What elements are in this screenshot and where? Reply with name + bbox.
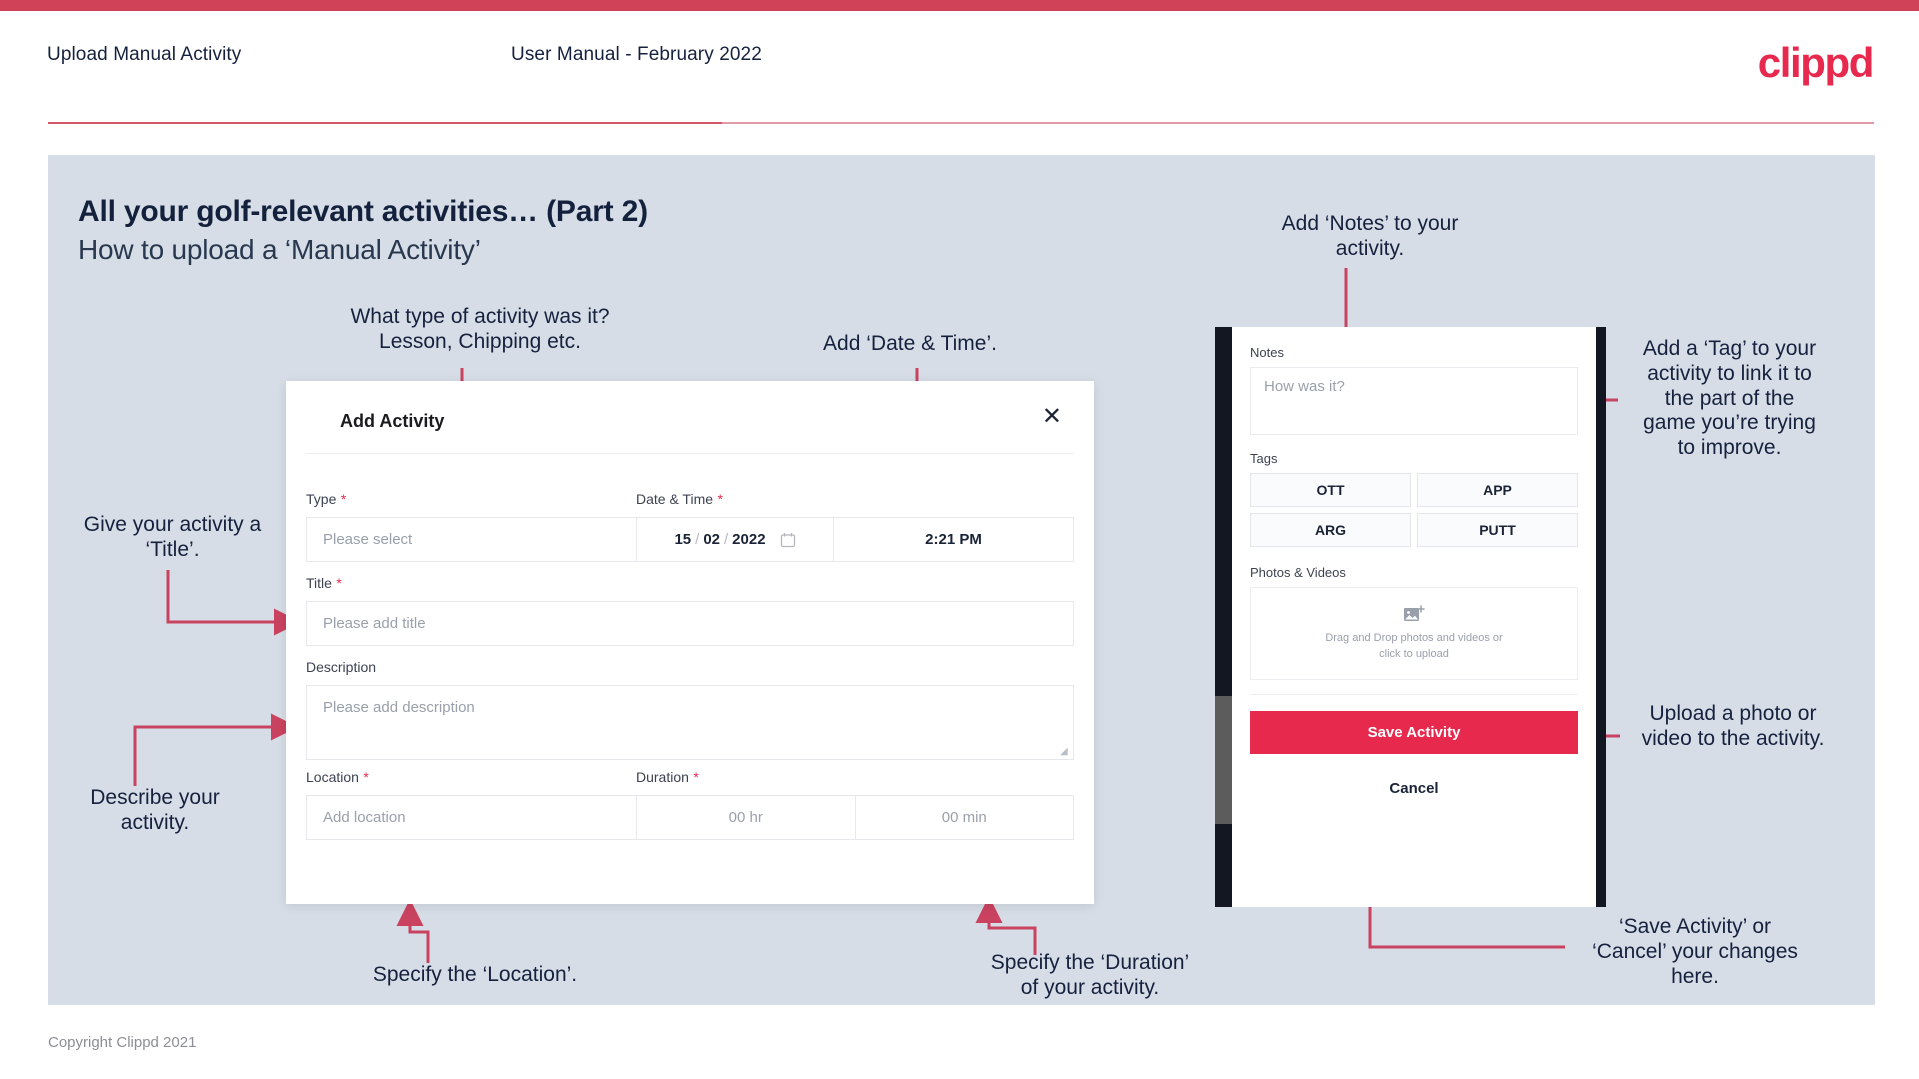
photo-upload-dropzone[interactable]: Drag and Drop photos and videos or click…: [1250, 587, 1578, 680]
add-image-icon: [1404, 604, 1425, 621]
duration-hours-value: 00 hr: [728, 809, 763, 826]
date-sep-1: /: [695, 531, 700, 548]
page-title: All your golf-relevant activities… (Part…: [78, 195, 648, 228]
notes-label: Notes: [1250, 345, 1284, 360]
description-label: Description: [306, 659, 377, 675]
phone-side-button: [1215, 696, 1232, 824]
annotation-description: Describe your activity.: [90, 786, 220, 834]
phone-left-bezel: [1215, 327, 1232, 907]
save-activity-button[interactable]: Save Activity: [1250, 711, 1578, 754]
field-datetime: Date & Time * 15 / 02 / 2022 2:21 PM: [636, 491, 1074, 562]
annotation-save-cancel: ‘Save Activity’ or ‘Cancel’ your changes…: [1592, 915, 1798, 988]
annotation-title: Give your activity a ‘Title’.: [83, 513, 262, 561]
duration-required-marker: *: [693, 769, 699, 785]
location-input[interactable]: Add location: [306, 795, 676, 840]
tag-arg[interactable]: ARG: [1250, 513, 1411, 547]
description-placeholder: Please add description: [323, 699, 475, 716]
dropzone-text: Drag and Drop photos and videos or click…: [1325, 631, 1503, 660]
field-title: Title * Please add title: [306, 575, 1074, 646]
title-input[interactable]: Please add title: [306, 601, 1074, 646]
phone-right-bezel: [1596, 327, 1606, 907]
annotation-datetime: Add ‘Date & Time’.: [823, 332, 997, 355]
type-select[interactable]: Please select: [306, 517, 676, 562]
date-month: 02: [703, 531, 720, 548]
location-placeholder: Add location: [323, 809, 406, 826]
dialog-title: Add Activity: [340, 411, 445, 431]
tag-app[interactable]: APP: [1417, 473, 1578, 507]
annotation-tags: Add a ‘Tag’ to your activity to link it …: [1642, 337, 1817, 460]
date-year: 2022: [732, 531, 766, 548]
tags-grid: OTT APP ARG PUTT: [1250, 473, 1578, 547]
field-location: Location * Add location: [306, 769, 676, 840]
dialog-divider: [306, 453, 1074, 454]
header-left-title: Upload Manual Activity: [47, 44, 242, 65]
annotation-duration: Specify the ‘Duration’ of your activity.: [990, 951, 1190, 999]
date-input[interactable]: 15 / 02 / 2022: [636, 517, 834, 562]
datetime-required-marker: *: [717, 491, 723, 507]
date-day: 15: [674, 531, 692, 548]
time-input[interactable]: 2:21 PM: [834, 517, 1074, 562]
phone-divider: [1250, 694, 1578, 695]
type-label: Type: [306, 491, 337, 507]
annotation-location: Specify the ‘Location’.: [372, 963, 578, 986]
location-label: Location: [306, 769, 359, 785]
notes-placeholder: How was it?: [1264, 378, 1345, 395]
description-textarea[interactable]: Please add description ◢: [306, 685, 1074, 760]
header-divider-light: [722, 122, 1874, 124]
resize-handle-icon[interactable]: ◢: [1060, 747, 1070, 757]
add-activity-dialog: Add Activity ✕ Type * Please select Date…: [286, 381, 1094, 904]
header-center-title: User Manual - February 2022: [511, 44, 762, 65]
top-accent-bar: [0, 0, 1919, 11]
copyright-text: Copyright Clippd 2021: [48, 1034, 197, 1051]
notes-textarea[interactable]: How was it?: [1250, 367, 1578, 435]
tag-ott[interactable]: OTT: [1250, 473, 1411, 507]
field-duration: Duration * 00 hr 00 min: [636, 769, 1074, 840]
cancel-button[interactable]: Cancel: [1250, 780, 1578, 797]
duration-minutes-input[interactable]: 00 min: [855, 795, 1074, 840]
duration-label: Duration: [636, 769, 689, 785]
annotation-notes: Add ‘Notes’ to your activity.: [1281, 212, 1459, 260]
datetime-label: Date & Time: [636, 491, 714, 507]
field-description: Description Please add description ◢: [306, 659, 1074, 760]
field-type: Type * Please select: [306, 491, 676, 562]
photos-label: Photos & Videos: [1250, 565, 1346, 580]
title-required-marker: *: [336, 575, 342, 591]
annotation-type: What type of activity was it? Lesson, Ch…: [350, 305, 610, 353]
clippd-logo: clippd: [1757, 39, 1875, 86]
duration-minutes-value: 00 min: [941, 809, 987, 826]
location-required-marker: *: [363, 769, 369, 785]
calendar-icon[interactable]: [780, 532, 796, 548]
phone-screen: Notes How was it? Tags OTT APP ARG PUTT …: [1232, 327, 1596, 907]
tag-putt[interactable]: PUTT: [1417, 513, 1578, 547]
title-label: Title: [306, 575, 332, 591]
date-sep-2: /: [724, 531, 729, 548]
tags-label: Tags: [1250, 451, 1278, 466]
page-subtitle: How to upload a ‘Manual Activity’: [78, 234, 481, 265]
type-placeholder: Please select: [323, 531, 413, 548]
type-required-marker: *: [340, 491, 347, 507]
slide-page: Upload Manual Activity User Manual - Feb…: [0, 0, 1919, 1079]
time-value: 2:21 PM: [925, 531, 982, 548]
title-placeholder: Please add title: [323, 615, 426, 632]
close-icon[interactable]: ✕: [1042, 405, 1062, 429]
annotation-upload: Upload a photo or video to the activity.: [1641, 702, 1825, 750]
duration-hours-input[interactable]: 00 hr: [636, 795, 856, 840]
